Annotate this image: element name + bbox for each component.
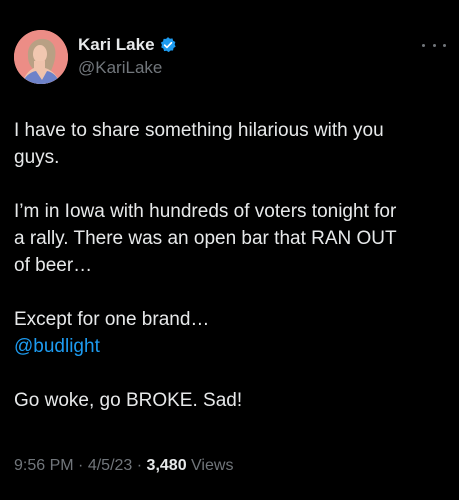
- tweet-line: guys.: [14, 147, 60, 168]
- tweet-line: I’m in Iowa with hundreds of voters toni…: [14, 201, 397, 222]
- handle[interactable]: @KariLake: [78, 58, 177, 78]
- tweet-paragraph: Go woke, go BROKE. Sad!: [14, 387, 439, 414]
- tweet-text: I have to share something hilarious with…: [14, 117, 439, 414]
- tweet-time[interactable]: 9:56 PM: [14, 457, 74, 474]
- views-label: Views: [191, 457, 234, 474]
- tweet-paragraph: I’m in Iowa with hundreds of voters toni…: [14, 198, 439, 279]
- tweet-line: Except for one brand…: [14, 309, 210, 330]
- tweet-line: Go woke, go BROKE. Sad!: [14, 390, 243, 411]
- separator: ·: [78, 457, 84, 474]
- author-info: Kari Lake @KariLake: [78, 34, 177, 78]
- tweet-paragraph: I have to share something hilarious with…: [14, 117, 439, 171]
- tweet: Kari Lake @KariLake I have to share some…: [0, 0, 459, 500]
- verified-badge-icon[interactable]: [159, 36, 177, 54]
- more-options-icon[interactable]: [422, 38, 446, 52]
- profile-photo-icon: [14, 30, 68, 84]
- tweet-meta: 9:56 PM · 4/5/23 · 3,480 Views: [14, 457, 233, 475]
- separator: ·: [136, 457, 143, 474]
- view-count[interactable]: 3,480: [147, 457, 187, 474]
- mention-link[interactable]: @budlight: [14, 333, 439, 360]
- tweet-paragraph: Except for one brand… @budlight: [14, 306, 439, 360]
- tweet-date[interactable]: 4/5/23: [88, 457, 132, 474]
- tweet-line: I have to share something hilarious with…: [14, 120, 384, 141]
- tweet-line: a rally. There was an open bar that RAN …: [14, 228, 397, 249]
- tweet-line: of beer…: [14, 255, 93, 276]
- avatar[interactable]: [14, 30, 68, 84]
- name-row: Kari Lake: [78, 34, 177, 56]
- display-name[interactable]: Kari Lake: [78, 35, 155, 55]
